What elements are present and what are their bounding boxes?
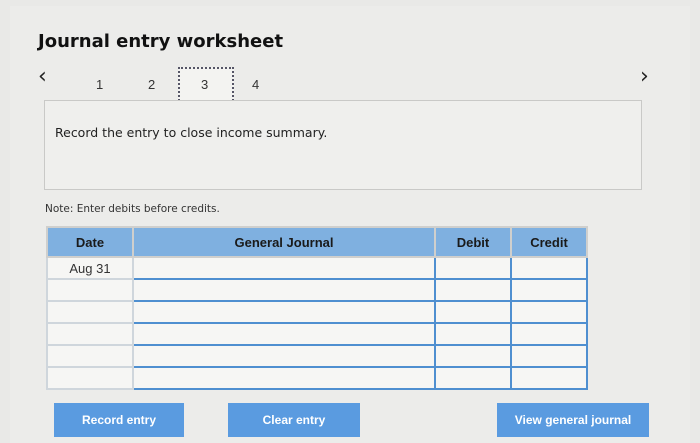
next-arrow-icon[interactable]: › [640,65,649,89]
date-cell [46,278,134,302]
debit-input[interactable] [434,344,512,368]
account-input[interactable] [132,256,436,280]
step-1[interactable]: 1 [96,77,103,92]
step-4[interactable]: 4 [252,77,259,92]
table-header-row: Date General Journal Debit Credit [46,226,588,258]
debit-input[interactable] [434,278,512,302]
credit-input[interactable] [510,366,588,390]
table-row [46,344,588,368]
note-text: Note: Enter debits before credits. [45,203,220,215]
debit-input[interactable] [434,322,512,346]
table-row [46,366,588,390]
credit-input[interactable] [510,344,588,368]
step-3[interactable]: 3 [201,77,208,92]
credit-input[interactable] [510,322,588,346]
table-row [46,300,588,324]
debit-input[interactable] [434,366,512,390]
date-cell [46,344,134,368]
table-row: Aug 31 [46,256,588,280]
date-cell [46,300,134,324]
page-title: Journal entry worksheet [38,31,284,52]
debit-header: Debit [434,226,512,258]
account-input[interactable] [132,300,436,324]
credit-header: Credit [510,226,588,258]
record-entry-button[interactable]: Record entry [54,403,184,437]
general-journal-header: General Journal [132,226,436,258]
clear-entry-button[interactable]: Clear entry [228,403,360,437]
table-row [46,278,588,302]
view-general-journal-button[interactable]: View general journal [497,403,649,437]
credit-input[interactable] [510,300,588,324]
step-2[interactable]: 2 [148,77,155,92]
date-cell [46,322,134,346]
credit-input[interactable] [510,278,588,302]
date-cell [46,366,134,390]
date-header: Date [46,226,134,258]
account-input[interactable] [132,322,436,346]
date-cell: Aug 31 [46,256,134,280]
debit-input[interactable] [434,300,512,324]
instruction-box: Record the entry to close income summary… [44,100,642,190]
journal-table: Date General Journal Debit Credit Aug 31 [46,226,588,390]
table-row [46,322,588,346]
credit-input[interactable] [510,256,588,280]
account-input[interactable] [132,366,436,390]
prev-arrow-icon[interactable]: ‹ [38,65,47,89]
debit-input[interactable] [434,256,512,280]
account-input[interactable] [132,278,436,302]
instruction-text: Record the entry to close income summary… [55,125,328,140]
account-input[interactable] [132,344,436,368]
